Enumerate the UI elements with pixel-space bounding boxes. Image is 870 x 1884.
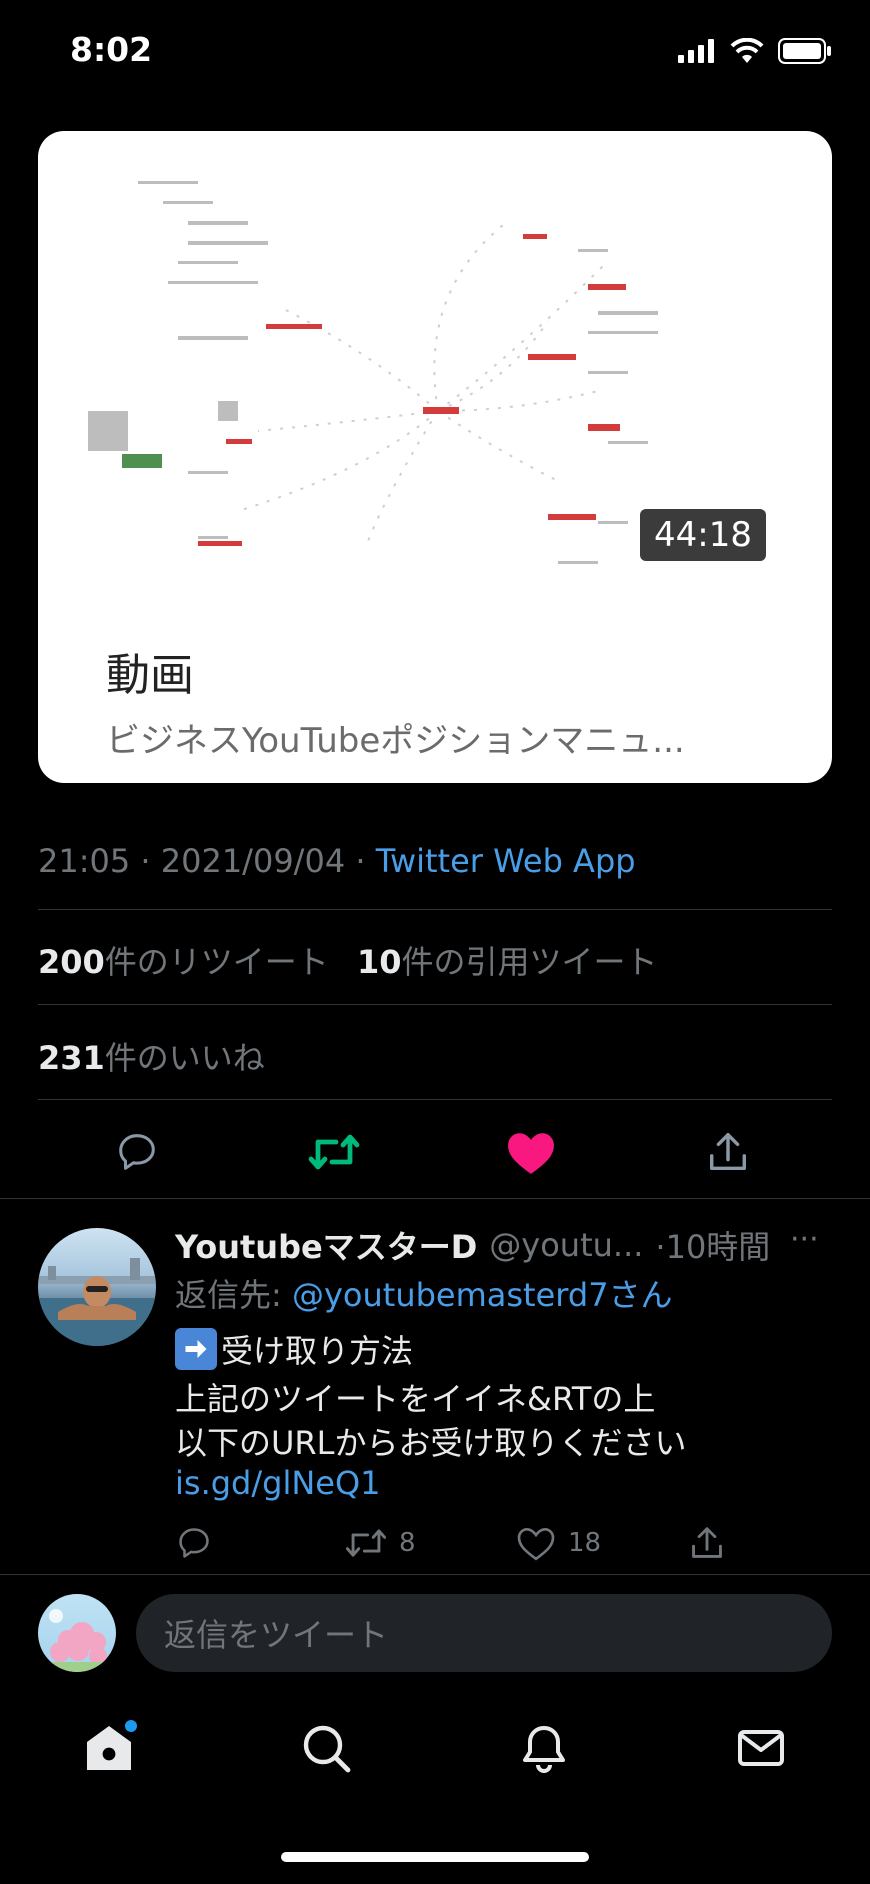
retweet-label: 件のリツイート <box>104 943 329 981</box>
status-icons <box>678 38 832 64</box>
divider <box>0 1574 870 1575</box>
likes-link[interactable]: 231件のいいね <box>38 1033 265 1079</box>
retweets-link[interactable]: 200件のリツイート <box>38 943 329 981</box>
share-button[interactable] <box>698 1122 758 1182</box>
reply-retweet-count: 8 <box>399 1528 416 1558</box>
share-icon <box>692 1527 722 1558</box>
reply-author-avatar[interactable] <box>38 1228 156 1346</box>
divider <box>0 1198 870 1199</box>
reply-like-count: 18 <box>568 1528 602 1558</box>
tab-home[interactable] <box>79 1718 139 1778</box>
tweet-timestamp: 21:05 · 2021/09/04 · Twitter Web App <box>38 842 636 880</box>
reply-reply-button[interactable] <box>175 1524 213 1562</box>
divider <box>38 1004 832 1005</box>
signal-icon <box>678 39 714 63</box>
like-icon <box>517 1527 555 1561</box>
reply-icon <box>179 1528 209 1558</box>
reply-author-handle[interactable]: @youtu... <box>489 1226 643 1264</box>
messages-icon <box>738 1730 784 1766</box>
like-button[interactable] <box>501 1122 561 1182</box>
card-title: 動画 <box>106 650 194 701</box>
reply-header: YoutubeマスターD @youtu... ·10時間 <box>175 1222 770 1268</box>
more-options-button[interactable]: ··· <box>790 1222 819 1257</box>
user-avatar[interactable] <box>38 1594 116 1672</box>
wifi-icon <box>730 38 764 63</box>
reply-time: ·10時間 <box>655 1228 771 1266</box>
tweet-datetime: 21:05 · 2021/09/04 · <box>38 842 376 880</box>
quotes-link[interactable]: 10件の引用ツイート <box>357 943 658 981</box>
notifications-icon <box>523 1726 565 1773</box>
reply-text-line-3: 以下のURLからお受け取りください <box>175 1424 687 1462</box>
retweet-button[interactable] <box>304 1122 364 1182</box>
reply-text: 受け取り方法 <box>221 1332 414 1370</box>
reply-compose-input[interactable]: 返信をツイート <box>136 1594 832 1672</box>
reply-text-line-2: 上記のツイートをイイネ&RTの上 <box>175 1380 656 1418</box>
reply-to-prefix: 返信先: <box>175 1276 292 1314</box>
video-card[interactable]: 44:18 動画 ビジネスYouTubeポジションマニュ... <box>38 131 832 783</box>
tab-messages[interactable] <box>731 1718 791 1778</box>
reply-icon <box>119 1134 155 1170</box>
reply-to-handle[interactable]: @youtubemasterd7さん <box>292 1276 673 1314</box>
retweet-icon <box>345 1529 387 1557</box>
retweet-icon <box>308 1134 360 1170</box>
home-indicator[interactable] <box>281 1852 589 1862</box>
divider <box>38 909 832 910</box>
tweet-source-link[interactable]: Twitter Web App <box>376 842 636 880</box>
retweet-count: 200 <box>38 943 105 981</box>
avatar-image <box>38 1258 156 1346</box>
like-label: 件のいいね <box>104 1039 265 1077</box>
divider <box>38 1099 832 1100</box>
notification-dot <box>125 1720 137 1732</box>
status-time: 8:02 <box>70 30 153 69</box>
reply-text-line-1: 受け取り方法 <box>175 1326 413 1372</box>
arrow-right-icon <box>175 1328 217 1370</box>
video-duration: 44:18 <box>640 509 766 561</box>
avatar-image <box>38 1609 116 1672</box>
reply-link[interactable]: is.gd/glNeQ1 <box>175 1464 381 1502</box>
tab-notifications[interactable] <box>514 1718 574 1778</box>
reply-share-button[interactable] <box>688 1524 726 1562</box>
tab-search[interactable] <box>296 1718 356 1778</box>
quote-count: 10 <box>356 943 402 981</box>
reply-button[interactable] <box>107 1122 167 1182</box>
share-icon <box>709 1133 747 1171</box>
reply-to: 返信先: @youtubemasterd7さん <box>175 1270 673 1316</box>
search-icon <box>303 1725 351 1773</box>
reply-retweet-button[interactable]: 8 <box>345 1524 416 1562</box>
reply-like-button[interactable]: 18 <box>516 1524 601 1562</box>
quote-label: 件の引用ツイート <box>401 943 658 981</box>
like-count: 231 <box>38 1039 105 1077</box>
battery-icon <box>778 38 831 64</box>
like-icon-filled <box>508 1133 554 1174</box>
reply-author-name[interactable]: YoutubeマスターD <box>175 1222 477 1268</box>
card-subtitle: ビジネスYouTubeポジションマニュ... <box>106 721 685 761</box>
retweet-quote-stats: 200件のリツイート 10件の引用ツイート <box>38 937 658 983</box>
